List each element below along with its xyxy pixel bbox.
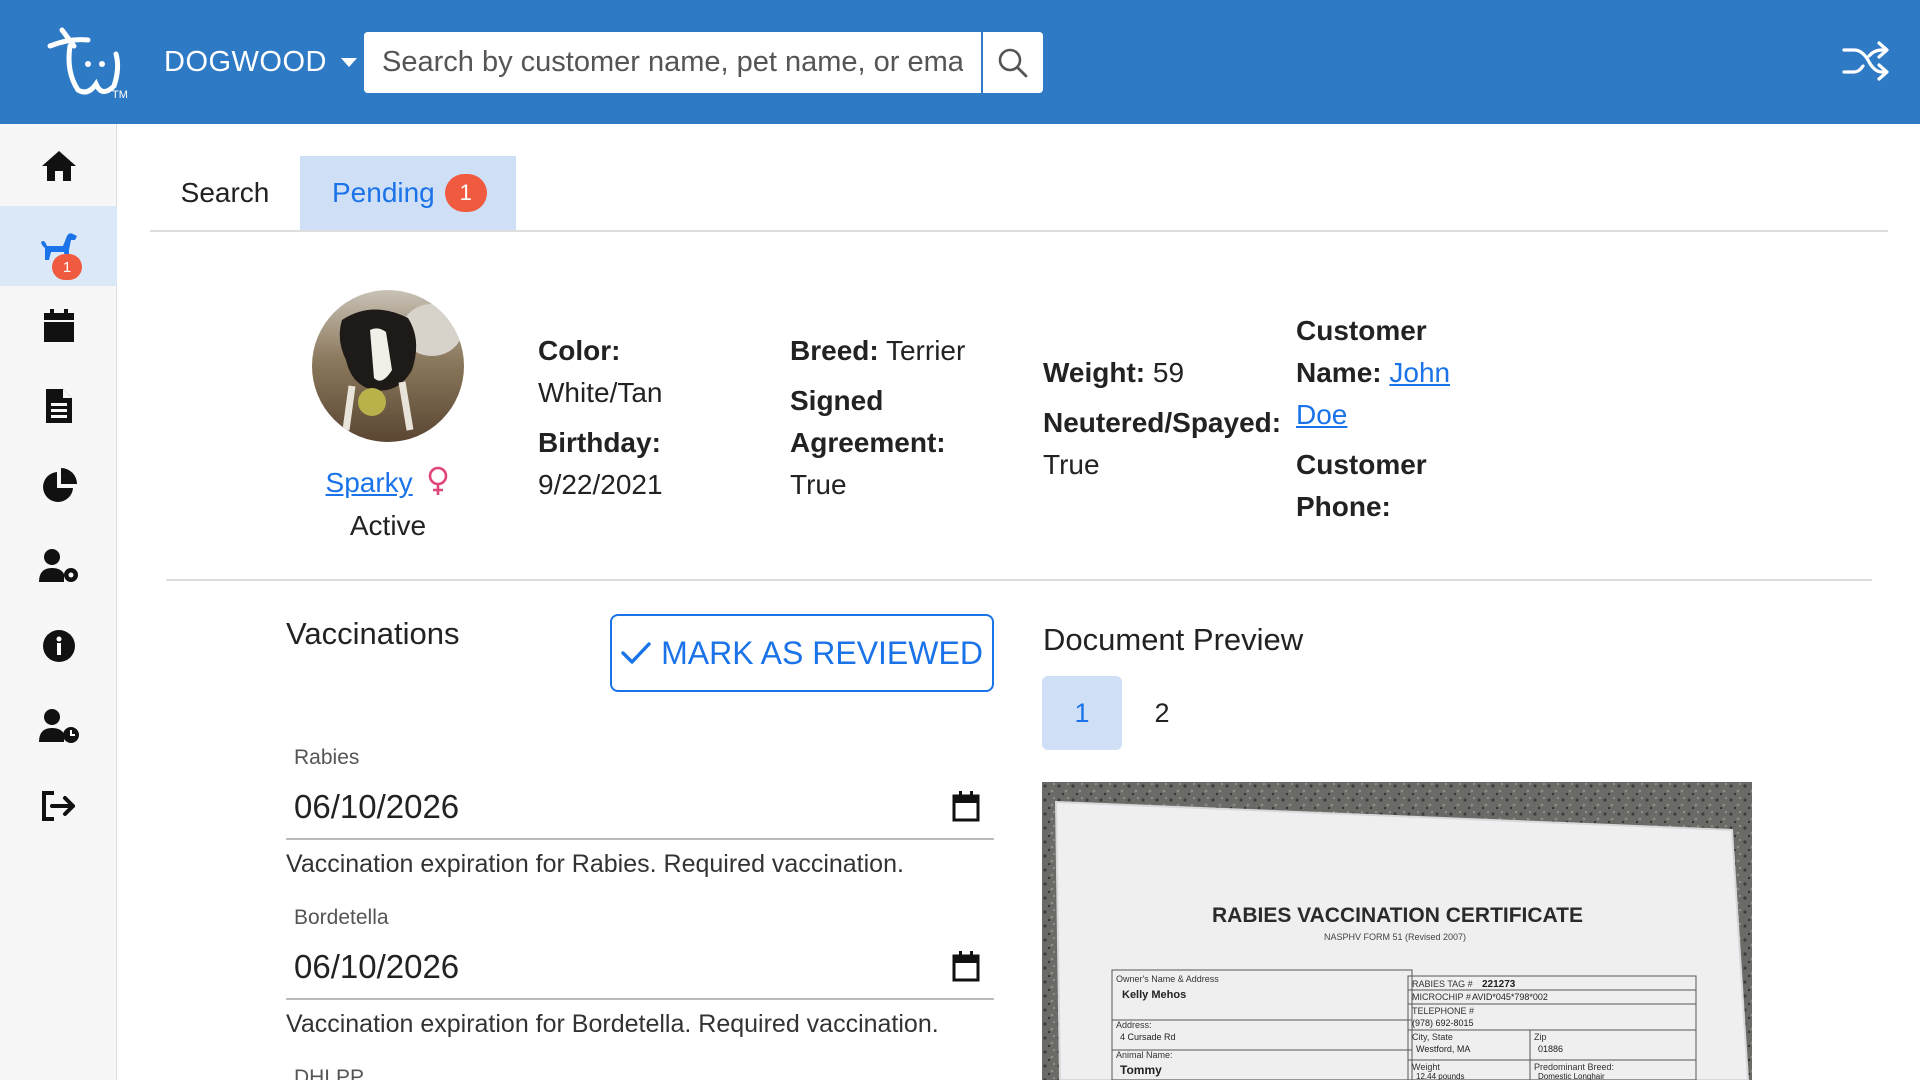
zip-value: 01886 (1538, 1044, 1563, 1054)
neutered-label: Neutered/Spayed: (1043, 407, 1282, 438)
pending-count-badge: 1 (444, 174, 487, 212)
search-input[interactable] (364, 32, 981, 93)
shuffle-icon[interactable] (1842, 40, 1890, 82)
tab-search[interactable]: Search (150, 156, 300, 230)
breed-label: Breed: (790, 335, 879, 366)
rabies-date-field (286, 776, 994, 840)
doc-breed-label: Predominant Breed: (1534, 1062, 1614, 1072)
city-value: Westford, MA (1416, 1044, 1470, 1054)
signed-agreement-label: Signed Agreement: (790, 385, 946, 458)
sidebar-item-info[interactable] (0, 606, 117, 686)
document-preview-title: Document Preview (1043, 622, 1304, 657)
sidebar-item-calendar[interactable] (0, 286, 117, 366)
tag-label: RABIES TAG # (1412, 979, 1473, 989)
user-settings-icon (38, 549, 78, 582)
weight-value: 59 (1152, 357, 1185, 388)
calendar-picker-icon[interactable] (952, 950, 980, 982)
dhlpp-label: DHLPP (294, 1066, 365, 1080)
caret-down-icon (341, 58, 357, 67)
sidebar-item-documents[interactable] (0, 366, 117, 446)
sidebar: 1 (0, 124, 117, 1080)
neutered-value: True (1043, 449, 1100, 480)
document-image[interactable]: RABIES VACCINATION CERTIFICATE NASPHV FO… (1042, 782, 1752, 1080)
telephone-label: TELEPHONE # (1412, 1006, 1474, 1016)
customer-info: Customer Name: John Doe Customer Phone: (1296, 310, 1476, 528)
user-clock-icon (38, 709, 79, 743)
pet-name-row: Sparky (300, 466, 476, 499)
logout-icon (41, 791, 75, 821)
owner-label: Owner's Name & Address (1116, 974, 1219, 984)
section-divider (166, 579, 1872, 581)
top-bar: TM DOGWOOD (0, 0, 1920, 124)
sidebar-item-user-settings[interactable] (0, 526, 117, 606)
animal-name-label: Animal Name: (1116, 1050, 1173, 1060)
birthday-value: 9/22/2021 (538, 469, 663, 500)
search-icon (998, 48, 1028, 77)
calendar-icon (43, 309, 74, 342)
page-button-1[interactable]: 1 (1042, 676, 1122, 750)
weight-label: Weight: (1043, 357, 1146, 388)
zip-label: Zip (1534, 1032, 1547, 1042)
rabies-helper-text: Vaccination expiration for Rabies. Requi… (286, 850, 904, 878)
tab-pending[interactable]: Pending 1 (300, 156, 516, 230)
pet-weight-neutered: Weight: 59 Neutered/Spayed: True (1043, 352, 1283, 486)
page-button-2[interactable]: 2 (1122, 676, 1202, 750)
sidebar-item-reports[interactable] (0, 446, 117, 526)
sidebar-item-pets[interactable]: 1 (0, 206, 117, 286)
pet-color-birthday: Color: White/Tan Birthday: 9/22/2021 (538, 330, 758, 506)
tag-value: 221273 (1482, 979, 1516, 990)
pet-breed-agreement: Breed: Terrier Signed Agreement: True (790, 330, 1030, 506)
tab-bar: Search Pending 1 (150, 156, 1888, 232)
mark-as-reviewed-label: MARK AS REVIEWED (661, 634, 983, 671)
pet-avatar (312, 290, 464, 442)
customer-phone-label: Customer Phone: (1296, 449, 1427, 522)
search-bar (364, 32, 1043, 93)
doc-weight-value: 12.44 pounds (1416, 1072, 1465, 1080)
pet-status: Active (349, 510, 427, 541)
location-label: DOGWOOD (164, 46, 327, 78)
logo-trademark: TM (112, 89, 128, 100)
pie-chart-icon (42, 468, 77, 502)
microchip-value: AVID*045*798*002 (1472, 992, 1548, 1002)
sidebar-item-user-history[interactable] (0, 686, 117, 766)
pets-badge: 1 (52, 254, 82, 280)
birthday-label: Birthday: (538, 427, 661, 458)
search-button[interactable] (981, 32, 1043, 93)
female-icon (429, 466, 448, 495)
city-label: City, State (1412, 1032, 1453, 1042)
sidebar-item-home[interactable] (0, 126, 117, 206)
doc-weight-label: Weight (1412, 1062, 1440, 1072)
rabies-label: Rabies (294, 746, 360, 769)
certificate-subtitle: NASPHV FORM 51 (Revised 2007) (1324, 932, 1466, 942)
color-label: Color: (538, 335, 621, 366)
info-icon (42, 630, 75, 662)
address-value: 4 Cursade Rd (1120, 1032, 1176, 1042)
bordetella-date-input[interactable] (294, 940, 914, 994)
bordetella-helper-text: Vaccination expiration for Bordetella. R… (286, 1010, 939, 1038)
rabies-date-input[interactable] (294, 780, 914, 834)
check-icon (621, 642, 651, 664)
location-dropdown[interactable]: DOGWOOD (164, 46, 357, 79)
sidebar-item-logout[interactable] (0, 766, 117, 846)
home-icon (41, 151, 76, 181)
signed-agreement-value: True (790, 469, 847, 500)
app-logo[interactable]: TM (40, 24, 132, 100)
document-icon (45, 389, 72, 423)
certificate-title: RABIES VACCINATION CERTIFICATE (1212, 904, 1583, 927)
calendar-picker-icon[interactable] (952, 790, 980, 822)
color-value: White/Tan (538, 377, 663, 408)
tab-pending-label: Pending (332, 177, 435, 208)
telephone-value: (978) 692-8015 (1412, 1018, 1474, 1028)
owner-name: Kelly Mehos (1122, 989, 1186, 1001)
mark-as-reviewed-button[interactable]: MARK AS REVIEWED (610, 614, 994, 692)
bordetella-date-field (286, 936, 994, 1000)
bordetella-label: Bordetella (294, 906, 389, 929)
animal-name-value: Tommy (1120, 1063, 1162, 1077)
doc-breed-value: Domestic Longhair (1538, 1072, 1605, 1080)
vaccinations-title: Vaccinations (286, 616, 460, 651)
address-label: Address: (1116, 1020, 1152, 1030)
breed-value: Terrier (885, 335, 966, 366)
microchip-label: MICROCHIP # (1412, 992, 1471, 1002)
pet-name-link[interactable]: Sparky (326, 467, 413, 498)
